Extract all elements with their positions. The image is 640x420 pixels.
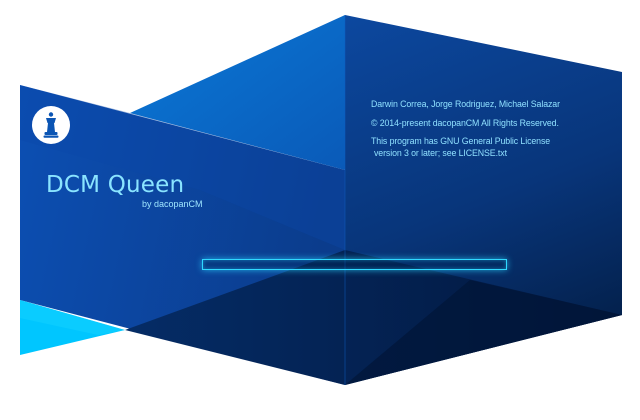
authors-text: Darwin Correa, Jorge Rodriguez, Michael … bbox=[371, 99, 560, 109]
copyright-text: © 2014-present dacopanCM All Rights Rese… bbox=[371, 118, 559, 128]
splash-background bbox=[20, 15, 622, 385]
splash-screen: DCM Queen by dacopanCM Darwin Correa, Jo… bbox=[0, 0, 640, 420]
app-logo bbox=[31, 105, 71, 145]
license-text-line2: version 3 or later; see LICENSE.txt bbox=[374, 148, 507, 158]
license-text-line1: This program has GNU General Public Lice… bbox=[371, 136, 551, 146]
chess-queen-icon bbox=[32, 106, 70, 144]
loading-progress-bar bbox=[202, 259, 507, 270]
app-title: DCM Queen bbox=[46, 172, 185, 198]
app-byline: by dacopanCM bbox=[142, 199, 203, 209]
